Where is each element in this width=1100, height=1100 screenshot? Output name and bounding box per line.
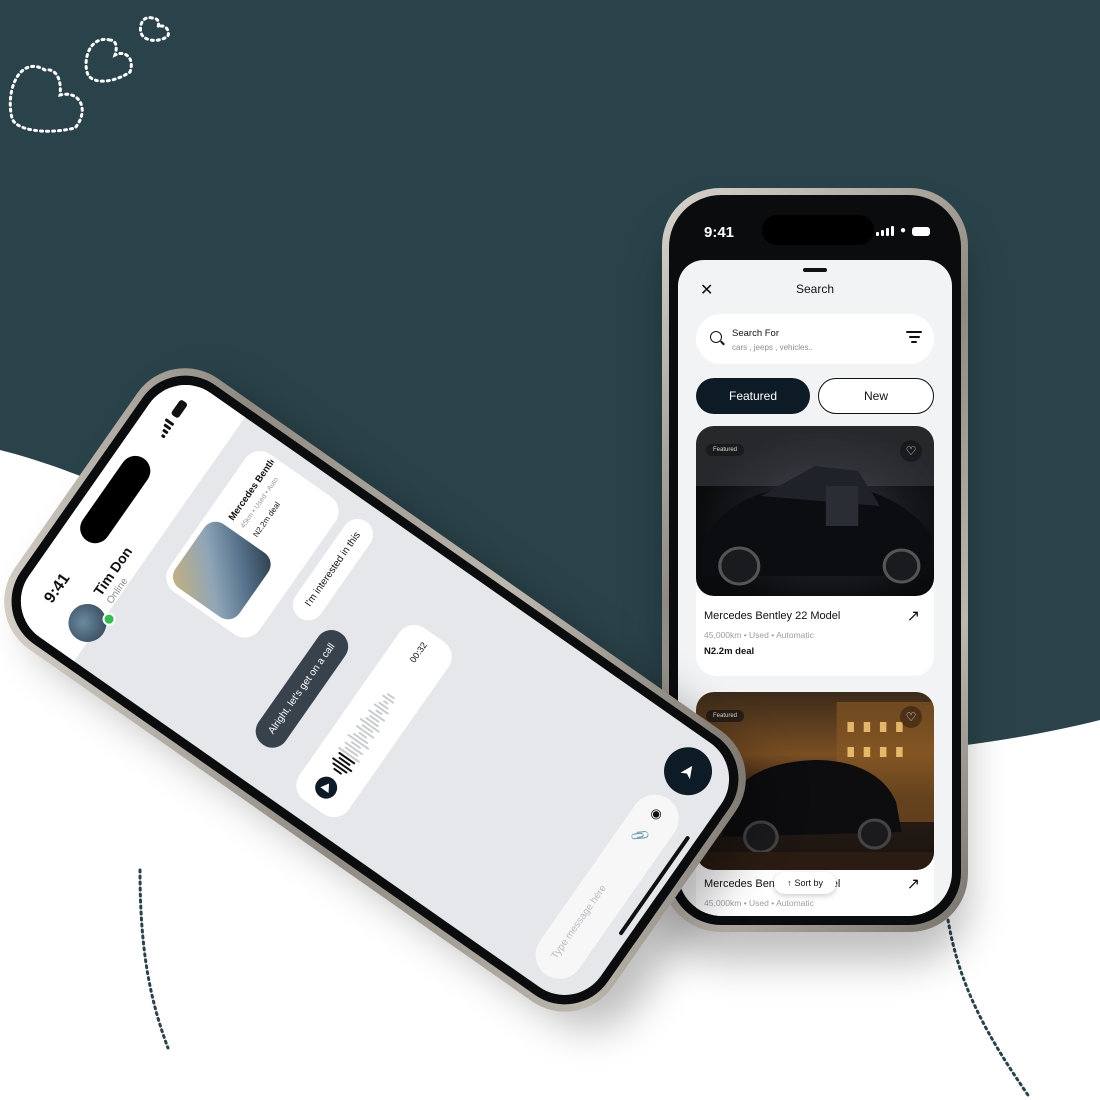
signal-icon	[875, 226, 894, 236]
voice-duration: 00:32	[407, 640, 429, 665]
search-placeholder: cars , jeeps , vehicles..	[732, 343, 813, 352]
status-time: 9:41	[41, 570, 74, 607]
arrow-up-right-icon[interactable]: ↗	[907, 874, 920, 894]
microphone-icon[interactable]: ◉	[646, 805, 666, 823]
arrow-up-icon: ↑	[786, 878, 792, 888]
status-time: 9:41	[704, 224, 735, 241]
waveform	[325, 665, 418, 781]
search-icon	[710, 331, 722, 343]
heart-icon[interactable]: ♡	[900, 440, 922, 462]
filter-icon[interactable]	[906, 331, 922, 345]
play-icon[interactable]	[310, 772, 342, 803]
dynamic-island	[762, 215, 874, 245]
sort-by-button[interactable]: ↑ Sort by	[774, 872, 836, 894]
sheet-handle[interactable]	[803, 268, 827, 272]
listing-card[interactable]: Featured ♡ Mercedes Bentley 22 Model ↗ 4…	[696, 426, 934, 676]
send-button[interactable]: ➤	[654, 737, 722, 805]
message-placeholder: Type message here	[549, 883, 609, 962]
paperclip-icon[interactable]: 📎	[629, 824, 651, 846]
status-bar: 9:41 ●	[678, 204, 952, 260]
send-icon: ➤	[675, 759, 701, 784]
car-image: Featured ♡	[696, 426, 934, 596]
battery-icon	[912, 227, 930, 236]
page-title: Search	[795, 282, 835, 296]
signal-icon	[156, 418, 175, 439]
listing-price: N2.2m deal	[704, 646, 755, 657]
sort-by-label: Sort by	[794, 878, 823, 888]
tab-featured[interactable]: Featured	[696, 378, 810, 414]
listing-meta: 45,000km • Used • Automatic	[704, 898, 814, 908]
listing-title: Mercedes Bentley 22 Model	[704, 610, 841, 622]
tab-new[interactable]: New	[818, 378, 934, 414]
arrow-up-right-icon[interactable]: ↗	[907, 606, 920, 626]
listing-meta: 45,000km • Used • Automatic	[704, 630, 814, 640]
search-label: Search For	[732, 328, 779, 339]
featured-badge: Featured	[706, 710, 745, 722]
tab-bar: Featured New	[696, 378, 934, 414]
wifi-icon: ●	[899, 225, 906, 236]
battery-icon	[170, 398, 189, 419]
search-input[interactable]: Search For cars , jeeps , vehicles..	[696, 314, 934, 364]
featured-badge: Featured	[706, 444, 745, 456]
heart-icon[interactable]: ♡	[900, 706, 922, 728]
